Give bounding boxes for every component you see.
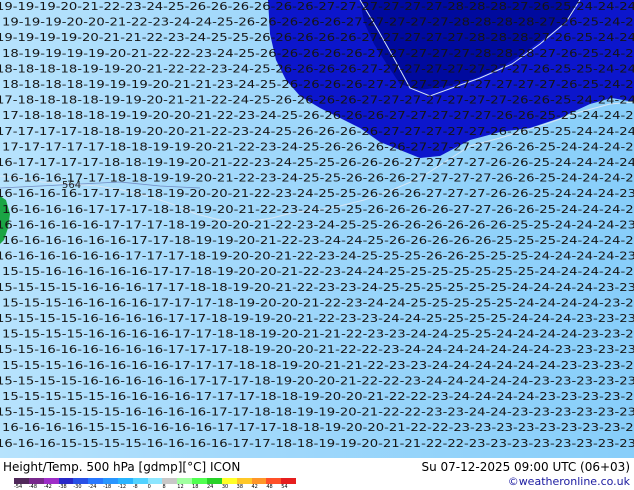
- temperature-label-row: 18-18-18-18-19-19-19-20-21-21-23-24-25-2…: [2, 78, 634, 91]
- color-scale-tick: 18: [192, 484, 199, 490]
- color-scale-tick: 30: [221, 484, 229, 490]
- color-scale-tick: -18: [103, 484, 112, 490]
- temperature-label-row: 15-15-15-15-16-16-16-17-17-18-18-19-20-2…: [0, 281, 634, 294]
- temperature-label-row: 18-19-19-19-19-20-21-22-22-23-24-25-26-2…: [2, 47, 634, 60]
- valid-time: Su 07-12-2025 09:00 UTC (06+03): [421, 460, 630, 474]
- color-scale-tick: 54: [281, 484, 288, 490]
- temperature-label-row: 15-15-15-15-16-16-16-16-17-17-18-18-19-2…: [2, 328, 634, 341]
- color-scale-tick: -12: [117, 484, 127, 490]
- weather-map: 564 19-19-19-20-21-22-23-24-25-26-26-26-…: [0, 0, 634, 458]
- temperature-label-row: 17-17-17-17-17-18-18-19-19-20-21-22-23-2…: [2, 140, 634, 153]
- temperature-label-row: 15-15-15-16-16-16-16-17-17-17-18-19-20-2…: [2, 296, 634, 309]
- temperature-label-row: 16-16-16-17-17-18-18-19-19-20-21-22-23-2…: [2, 172, 634, 185]
- temperature-label-row: 15-15-16-16-16-16-16-17-17-18-19-20-20-2…: [2, 265, 634, 278]
- footer-bar: Height/Temp. 500 hPa [gdmp][°C] ICON Su …: [0, 458, 634, 490]
- color-scale-tick: -24: [88, 484, 97, 490]
- temperature-label-row: 15-15-15-15-15-16-16-16-16-17-17-17-18-1…: [2, 390, 634, 403]
- color-scale-tick: -48: [28, 484, 38, 490]
- color-scale-tick: 48: [266, 484, 273, 490]
- color-scale-tick: -30: [73, 484, 82, 490]
- color-scale-tick: 12: [177, 484, 184, 490]
- color-scale-tick: -42: [43, 484, 52, 490]
- color-scale-tick: 24: [206, 484, 214, 490]
- map-title: Height/Temp. 500 hPa [gdmp][°C] ICON: [3, 460, 241, 474]
- temperature-label-row: 15-15-15-16-16-16-16-16-17-17-17-18-18-1…: [2, 359, 634, 372]
- temperature-label-row: 16-16-16-16-17-17-17-18-18-19-20-21-22-2…: [2, 203, 634, 216]
- temperature-label-row: 17-18-18-18-18-19-19-20-20-21-22-23-24-2…: [2, 109, 634, 122]
- temperature-label-row: 19-19-19-19-20-21-21-22-23-24-25-25-26-2…: [0, 31, 634, 44]
- color-scale-tick: 42: [251, 484, 258, 490]
- temperature-label-row: 15-15-16-16-16-16-16-16-17-17-17-18-19-2…: [0, 343, 634, 356]
- temperature-label-row: 16-16-16-16-16-17-17-17-18-19-20-20-21-2…: [0, 218, 634, 231]
- temperature-label-row: 17-18-18-18-18-19-19-20-21-21-22-24-25-2…: [0, 94, 634, 107]
- temperature-label-row: 19-19-19-20-21-22-23-24-25-26-26-26-26-2…: [0, 0, 634, 13]
- temperature-label-row: 15-15-15-15-15-15-16-16-16-16-17-17-18-1…: [0, 406, 634, 419]
- color-scale-tick: -8: [132, 484, 138, 490]
- temperature-label-row: 15-15-15-15-16-16-16-16-16-17-17-17-18-1…: [0, 374, 634, 387]
- temperature-label-row: 16-16-16-16-15-15-16-16-16-16-17-17-17-1…: [2, 421, 634, 434]
- temperature-label-row: 16-17-17-17-17-18-18-19-19-20-21-22-23-2…: [0, 156, 634, 169]
- color-scale-labels: -54 -48 -42 -38 -30 -24 -18 -12 -8 0 8 12 18 24 30 38 42…: [14, 484, 296, 490]
- temperature-label-row: 16-16-16-16-16-16-17-17-17-18-19-20-20-2…: [0, 250, 634, 263]
- color-scale-tick: 0: [147, 484, 151, 490]
- temperature-label-row: 16-16-16-16-17-17-18-18-19-20-20-21-22-2…: [0, 187, 634, 200]
- color-scale-tick: 38: [236, 484, 244, 490]
- temperature-label-row: 19-19-19-20-20-21-22-23-24-24-25-26-26-2…: [2, 16, 634, 29]
- temperature-label-grid: 19-19-19-20-21-22-23-24-25-26-26-26-26-2…: [0, 0, 634, 450]
- temperature-label-row: 16-16-16-15-15-15-15-16-16-16-16-17-17-1…: [0, 437, 634, 450]
- site-credit[interactable]: ©weatheronline.co.uk: [508, 475, 630, 488]
- temperature-label-row: 17-17-17-17-18-18-19-20-20-21-22-23-24-2…: [0, 125, 634, 138]
- color-scale-tick: 8: [162, 484, 166, 490]
- color-scale-tick: -38: [58, 484, 67, 490]
- temperature-label-row: 15-15-15-15-16-16-16-16-17-17-18-19-19-2…: [0, 312, 634, 325]
- color-scale-tick: -54: [14, 484, 23, 490]
- temperature-label-row: 18-18-18-18-19-19-20-21-22-22-23-24-25-2…: [0, 62, 634, 75]
- temperature-label-row: 16-16-16-16-16-16-17-17-18-19-19-20-21-2…: [2, 234, 634, 247]
